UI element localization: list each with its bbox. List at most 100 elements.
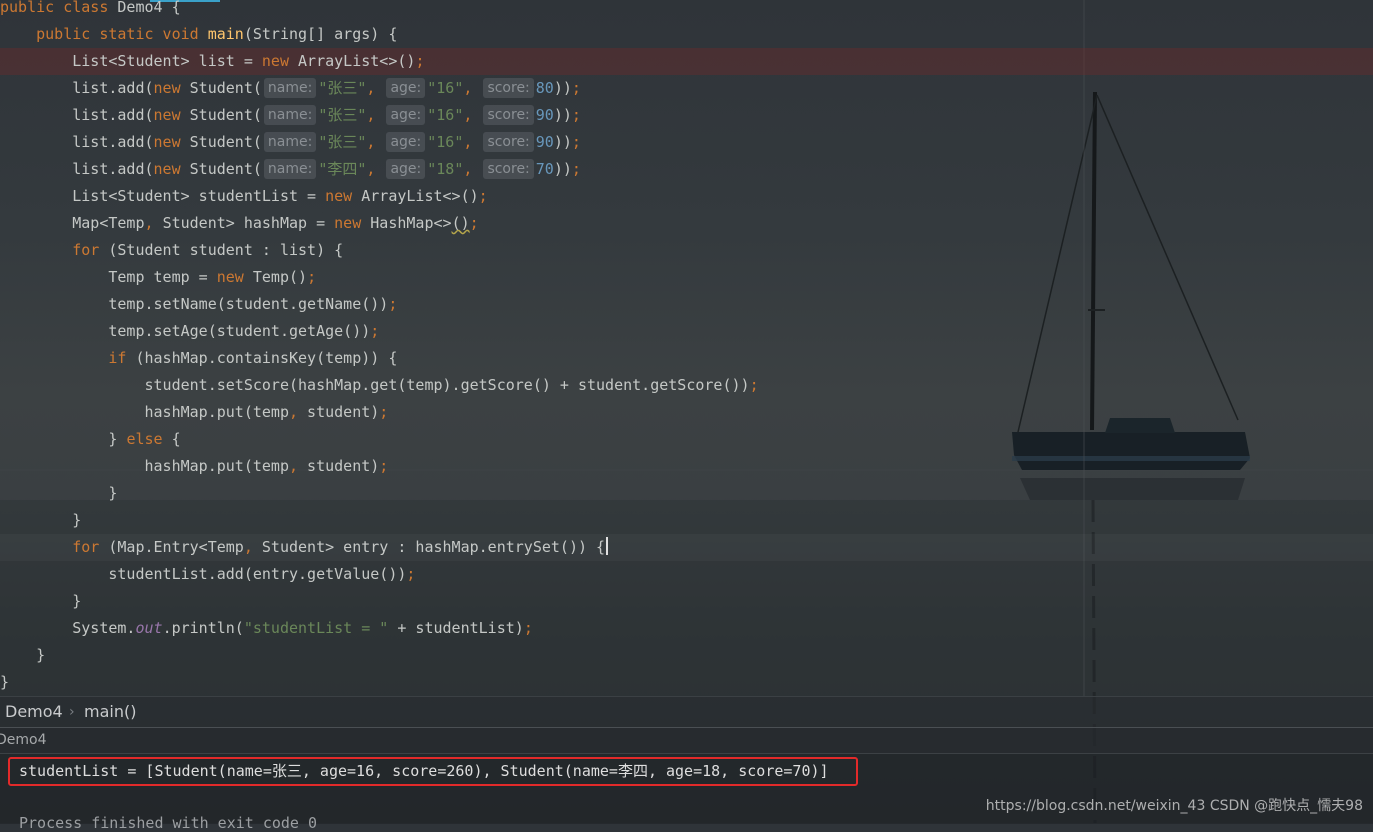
code-line[interactable]: if (hashMap.containsKey(temp)) { [0, 345, 1373, 372]
code-token: student) [307, 457, 380, 475]
code-token: main [207, 25, 244, 43]
code-token: if [108, 349, 136, 367]
code-token: Temp temp = [0, 268, 217, 286]
code-token: 90 [535, 106, 554, 124]
code-token: ; [571, 160, 581, 178]
console-output-line: studentList = [Student(name=张三, age=16, … [19, 762, 829, 780]
code-token: Temp() [252, 268, 308, 286]
code-token: , [288, 457, 308, 475]
code-line[interactable]: studentList.add(entry.getValue()); [0, 561, 1373, 588]
code-line[interactable]: student.setScore(hashMap.get(temp).getSc… [0, 372, 1373, 399]
parameter-hint: name: [263, 105, 317, 125]
parameter-hint: age: [386, 78, 426, 98]
code-token: "16" [427, 106, 464, 124]
code-token: .println( [162, 619, 244, 637]
code-token: "李四" [318, 160, 367, 178]
code-line[interactable]: temp.setAge(student.getAge()); [0, 318, 1373, 345]
parameter-hint: name: [263, 132, 317, 152]
code-token: public static void [36, 25, 208, 43]
code-token: ArrayList<>() [361, 187, 479, 205]
code-token: 70 [535, 160, 554, 178]
code-line[interactable]: } [0, 642, 1373, 669]
code-token: new [216, 268, 253, 286]
breadcrumb: Demo4 › main() [0, 696, 1373, 727]
code-token: ; [370, 322, 380, 340]
parameter-hint: name: [263, 78, 317, 98]
parameter-hint: name: [263, 159, 317, 179]
code-token: "张三" [318, 133, 367, 151]
code-token: temp.setName(student.getName()) [0, 295, 389, 313]
code-line[interactable]: hashMap.put(temp, student); [0, 399, 1373, 426]
breadcrumb-class[interactable]: Demo4 [5, 697, 63, 727]
code-token: ; [415, 52, 425, 70]
code-editor[interactable]: public class Demo4 { public static void … [0, 0, 1373, 696]
text-cursor [606, 537, 609, 555]
code-line[interactable]: public class Demo4 { [0, 0, 1373, 21]
code-line[interactable]: temp.setName(student.getName()); [0, 291, 1373, 318]
code-token: ; [749, 376, 759, 394]
code-token: Student( [189, 160, 262, 178]
code-token: } [0, 484, 118, 502]
code-line[interactable]: for (Map.Entry<Temp, Student> entry : ha… [0, 534, 1373, 561]
code-token: List<Student> list = [0, 52, 262, 70]
console-exit-line: Process finished with exit code 0 [19, 814, 318, 832]
code-token: )) [553, 106, 572, 124]
code-token: studentList.add(entry.getValue()) [0, 565, 407, 583]
code-line[interactable]: list.add(new Student(name: "张三", age: "16"… [0, 129, 1373, 156]
parameter-hint: score: [483, 132, 534, 152]
code-line[interactable]: Map<Temp, Student> hashMap = new HashMap… [0, 210, 1373, 237]
code-line[interactable]: hashMap.put(temp, student); [0, 453, 1373, 480]
code-token: , [243, 538, 262, 556]
code-token: } [0, 430, 127, 448]
breadcrumb-method[interactable]: main() [84, 697, 136, 727]
code-token: 80 [535, 79, 554, 97]
code-line[interactable]: list.add(new Student(name: "张三", age: "16"… [0, 102, 1373, 129]
code-token: } [0, 592, 82, 610]
code-token: out [135, 619, 163, 637]
code-token: list.add( [0, 106, 154, 124]
code-token: , [463, 160, 482, 178]
code-token: list.add( [0, 79, 154, 97]
code-token: new [153, 79, 190, 97]
code-line[interactable]: list.add(new Student(name: "李四", age: "18"… [0, 156, 1373, 183]
code-token: ; [571, 133, 581, 151]
code-line[interactable]: } [0, 507, 1373, 534]
code-token: student) [307, 403, 380, 421]
code-token: ; [379, 403, 389, 421]
code-token: } [0, 511, 82, 529]
code-token: + studentList) [388, 619, 524, 637]
code-line[interactable]: List<Student> studentList = new ArrayLis… [0, 183, 1373, 210]
code-line[interactable]: } [0, 588, 1373, 615]
code-token: student.setScore(hashMap.get(temp).getSc… [0, 376, 750, 394]
code-line[interactable]: list.add(new Student(name: "张三", age: "16"… [0, 75, 1373, 102]
code-token: ; [379, 457, 389, 475]
code-token: { [171, 430, 181, 448]
code-line[interactable]: for (Student student : list) { [0, 237, 1373, 264]
code-token: Demo4 { [117, 0, 181, 16]
code-token: , [366, 133, 385, 151]
code-token: ; [469, 214, 479, 232]
code-line[interactable]: System.out.println("studentList = " + st… [0, 615, 1373, 642]
code-token: "16" [427, 133, 464, 151]
code-line[interactable]: } [0, 669, 1373, 696]
code-token: public class [0, 0, 118, 16]
code-token: , [366, 106, 385, 124]
code-line[interactable]: public static void main(String[] args) { [0, 21, 1373, 48]
code-line[interactable]: List<Student> list = new ArrayList<>(); [0, 48, 1373, 75]
code-token: list.add( [0, 160, 154, 178]
code-token: for [72, 538, 109, 556]
breadcrumb-separator-icon: › [69, 704, 75, 720]
code-token: 90 [535, 133, 554, 151]
code-token: Student( [189, 79, 262, 97]
code-token: ; [406, 565, 416, 583]
code-line[interactable]: } [0, 480, 1373, 507]
code-line[interactable]: Temp temp = new Temp(); [0, 264, 1373, 291]
code-token: ; [571, 79, 581, 97]
run-tab-label[interactable]: Demo4 [0, 728, 47, 753]
code-token: , [144, 214, 163, 232]
code-token: else [126, 430, 172, 448]
code-line[interactable]: } else { [0, 426, 1373, 453]
code-token: } [0, 673, 10, 691]
code-token: Map<Temp [0, 214, 145, 232]
